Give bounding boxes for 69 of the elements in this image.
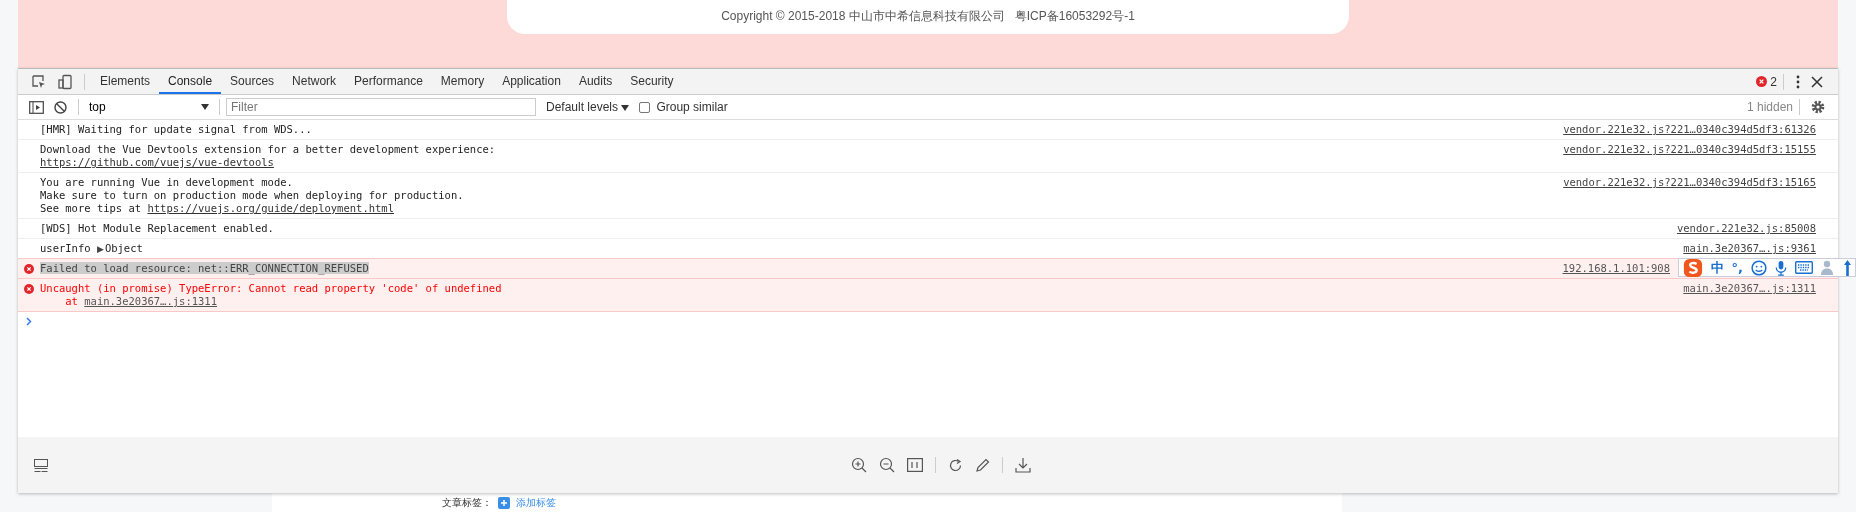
log-message: Failed to load resource: net::ERR_CONNECTION_REFUSED	[40, 262, 369, 274]
prompt-icon	[26, 317, 32, 326]
context-select[interactable]: top	[85, 97, 213, 117]
rotate-icon[interactable]	[948, 457, 963, 473]
log-label: userInfo	[40, 242, 91, 254]
log-message: Uncaught (in promise) TypeError: Cannot read property 'code' of undefined	[40, 282, 502, 294]
log-message: Download the Vue Devtools extension for a better development experience:	[40, 143, 496, 155]
microphone-icon[interactable]	[1775, 259, 1787, 276]
panel-tab[interactable]: Performance	[345, 69, 432, 94]
field-label: 文章标签：	[442, 495, 492, 510]
actual-size-icon[interactable]	[907, 458, 923, 472]
error-count[interactable]: 2	[1756, 74, 1777, 89]
close-icon[interactable]	[1811, 75, 1823, 88]
copyright-text: Copyright © 2015-2018 中山市中希信息科技有限公司	[721, 7, 1005, 25]
dropdown-arrow-icon[interactable]	[621, 105, 630, 111]
panel-tab[interactable]: Console	[159, 69, 222, 94]
source-link[interactable]: main.3e20367….js:1311	[1683, 282, 1816, 308]
panel-tab[interactable]: Memory	[431, 69, 494, 94]
ime-logo-icon[interactable]	[1682, 257, 1703, 278]
source-link[interactable]: 192.168.1.101:908	[1562, 262, 1670, 275]
panel-tab[interactable]: Application	[493, 69, 570, 94]
log-message: Make sure to turn on production mode when deploying for production.	[40, 189, 464, 201]
clear-console-icon[interactable]	[54, 100, 67, 114]
log-message: You are running Vue in development mode.	[40, 176, 293, 188]
error-icon	[24, 264, 34, 274]
filter-field[interactable]: Filter	[226, 98, 536, 116]
pencil-icon[interactable]	[975, 457, 990, 473]
source-link[interactable]: main.3e20367….js:9361	[1683, 242, 1816, 255]
error-icon	[24, 284, 34, 294]
panel-tab[interactable]: Network	[283, 69, 346, 94]
keyboard-icon[interactable]	[1795, 261, 1813, 274]
panel-tab[interactable]: Elements	[91, 69, 160, 94]
log-message: at	[64, 295, 79, 307]
hidden-count: 1 hidden	[1746, 100, 1793, 114]
plus-icon[interactable]	[498, 496, 510, 509]
dropdown-arrow-icon[interactable]	[201, 104, 209, 110]
group-similar-label: Group similar	[656, 100, 728, 114]
panel-tab[interactable]: Audits	[569, 69, 622, 94]
zoom-in-icon[interactable]	[851, 457, 867, 473]
source-link[interactable]: vendor.221e32.js:85008	[1676, 222, 1816, 235]
object-expander[interactable]: ▶	[96, 244, 104, 254]
source-link[interactable]: vendor.221e32.js?221…0340c394d5df3:61326	[1563, 123, 1816, 136]
device-icon[interactable]	[57, 73, 73, 90]
log-message: See more tips at	[40, 202, 143, 214]
inspect-icon[interactable]	[31, 73, 47, 90]
download-icon[interactable]	[1015, 457, 1031, 473]
icp-text: 粤ICP备16053292号-1	[1014, 7, 1135, 25]
panel-tab[interactable]: Security	[621, 69, 683, 94]
layout-icon[interactable]	[34, 458, 48, 472]
source-link[interactable]: vendor.221e32.js?221…0340c394d5df3:15155	[1563, 143, 1816, 169]
source-link[interactable]: vendor.221e32.js?221…0340c394d5df3:15165	[1563, 176, 1816, 215]
panel-tab[interactable]: Sources	[221, 69, 284, 94]
group-checkbox[interactable]	[639, 101, 651, 113]
arrow-up-icon[interactable]	[1844, 259, 1851, 276]
smiley-icon[interactable]	[1751, 259, 1767, 276]
more-icon[interactable]	[1795, 74, 1801, 89]
log-message: [HMR] Waiting for update signal from WDS...	[40, 123, 312, 135]
ime-punctuation[interactable]: °,	[1731, 259, 1743, 276]
object-value: Object	[104, 242, 143, 254]
levels-dropdown[interactable]: Default levels	[546, 100, 630, 114]
zoom-out-icon[interactable]	[879, 457, 895, 473]
log-link[interactable]: https://github.com/vuejs/vue-devtools	[40, 156, 274, 168]
log-link[interactable]: https://vuejs.org/guide/deployment.html	[147, 202, 394, 214]
log-link[interactable]: main.3e20367….js:1311	[84, 295, 218, 307]
add-tag-link[interactable]: 添加标签	[516, 495, 556, 510]
ime-mode[interactable]: 中	[1710, 259, 1724, 276]
settings-icon[interactable]	[1811, 100, 1825, 114]
log-message: [WDS] Hot Module Replacement enabled.	[40, 222, 274, 234]
sidebar-toggle-icon[interactable]	[29, 100, 44, 114]
